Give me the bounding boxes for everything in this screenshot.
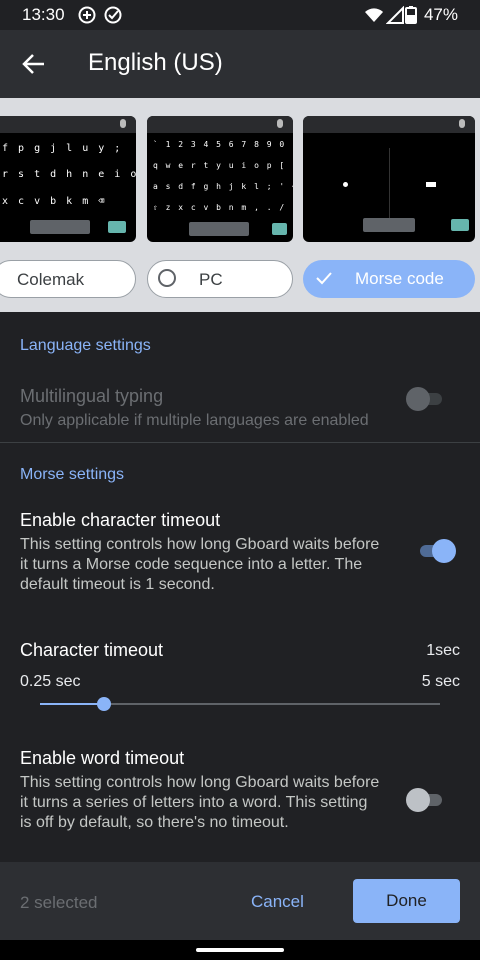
section-header-language: Language settings: [20, 337, 151, 354]
keyboard-row: a s d f g h j k l ; ' ⌫: [153, 182, 293, 191]
keyboard-preview-colemak[interactable]: f p g j l u y ; r s t d h n e i o x c v …: [0, 116, 136, 242]
layout-option-pc[interactable]: PC: [147, 260, 293, 298]
layout-option-label: PC: [199, 270, 223, 289]
slider-min-label: 0.25 sec: [20, 673, 81, 690]
done-button[interactable]: Done: [353, 879, 460, 923]
keyboard-row: f p g j l u y ;: [2, 143, 123, 154]
keyboard-row: r s t d h n e i o: [2, 169, 136, 180]
multilingual-subtitle: Only applicable if multiple languages ar…: [20, 412, 369, 429]
home-gesture-pill[interactable]: [196, 948, 284, 952]
char-timeout-label: Character timeout: [20, 640, 164, 660]
mic-icon: [120, 119, 126, 128]
mic-icon: [459, 119, 465, 128]
spacebar: [189, 222, 249, 236]
page-title: English (US): [88, 49, 223, 76]
keyboard-row: ⇧ z x c v b n m , . / ⇧: [153, 203, 293, 212]
slider-max-label: 5 sec: [421, 673, 460, 690]
layout-preview-strip[interactable]: f p g j l u y ; r s t d h n e i o x c v …: [0, 98, 480, 312]
cancel-button[interactable]: Cancel: [251, 892, 304, 912]
navigation-bar: [0, 940, 480, 960]
spacebar: [363, 218, 415, 232]
morse-dash-key: [426, 182, 436, 187]
keyboard-row: x c v b k m ⌫: [2, 196, 107, 207]
back-arrow-icon[interactable]: [20, 50, 48, 78]
battery-percent: 47%: [423, 5, 458, 24]
toggle-thumb: [406, 387, 430, 411]
slider-thumb[interactable]: [97, 697, 111, 711]
keyboard-toolbar: [147, 116, 293, 133]
word-timeout-subtitle: This setting controls how long Gboard wa…: [20, 774, 380, 831]
toggle-thumb: [432, 539, 456, 563]
check-icon: [316, 272, 332, 285]
multilingual-title: Multilingual typing: [20, 386, 164, 406]
toggle-thumb: [406, 788, 430, 812]
char-timeout-title: Enable character timeout: [20, 510, 221, 530]
keyboard-row: q w e r t y u i o p [ ] \: [153, 161, 293, 170]
app-bar: English (US): [0, 30, 480, 98]
notification-plus-icon: [78, 6, 96, 24]
layout-option-morse[interactable]: Morse code: [303, 260, 475, 298]
slider-fill: [40, 703, 104, 705]
char-timeout-slider[interactable]: [40, 697, 440, 711]
morse-dot-key: [343, 182, 348, 187]
wifi-icon: [365, 8, 383, 22]
section-header-morse: Morse settings: [20, 466, 125, 483]
divider: [0, 442, 480, 443]
status-bar: 13:30 47%: [0, 0, 480, 30]
layout-option-label: Colemak: [17, 270, 85, 289]
keyboard-row: ` 1 2 3 4 5 6 7 8 9 0 - =: [153, 140, 293, 149]
status-time: 13:30: [22, 5, 65, 24]
radio-unchecked-icon[interactable]: [158, 269, 176, 287]
word-timeout-toggle[interactable]: [406, 788, 446, 812]
layout-option-label: Morse code: [355, 269, 444, 288]
battery-icon: [405, 6, 417, 24]
layout-option-colemak[interactable]: Colemak: [0, 260, 136, 298]
spacebar: [30, 220, 90, 234]
char-timeout-toggle[interactable]: [418, 539, 458, 563]
bottom-action-bar: 2 selected Cancel Done: [0, 862, 480, 940]
enter-key: [451, 219, 469, 231]
multilingual-toggle[interactable]: [406, 387, 446, 411]
keyboard-preview-pc[interactable]: ` 1 2 3 4 5 6 7 8 9 0 - = q w e r t y u …: [147, 116, 293, 242]
keyboard-preview-morse[interactable]: [303, 116, 475, 242]
notification-check-icon: [104, 6, 122, 24]
signal-icon: [386, 6, 404, 24]
keyboard-toolbar: [303, 116, 475, 133]
selected-count: 2 selected: [20, 893, 98, 912]
char-timeout-value: 1sec: [426, 642, 460, 659]
word-timeout-title: Enable word timeout: [20, 748, 185, 768]
mic-icon: [277, 119, 283, 128]
enter-key: [108, 221, 126, 233]
morse-divider: [389, 148, 390, 218]
enter-key: [272, 223, 287, 235]
char-timeout-subtitle: This setting controls how long Gboard wa…: [20, 536, 380, 593]
keyboard-toolbar: [0, 116, 136, 133]
